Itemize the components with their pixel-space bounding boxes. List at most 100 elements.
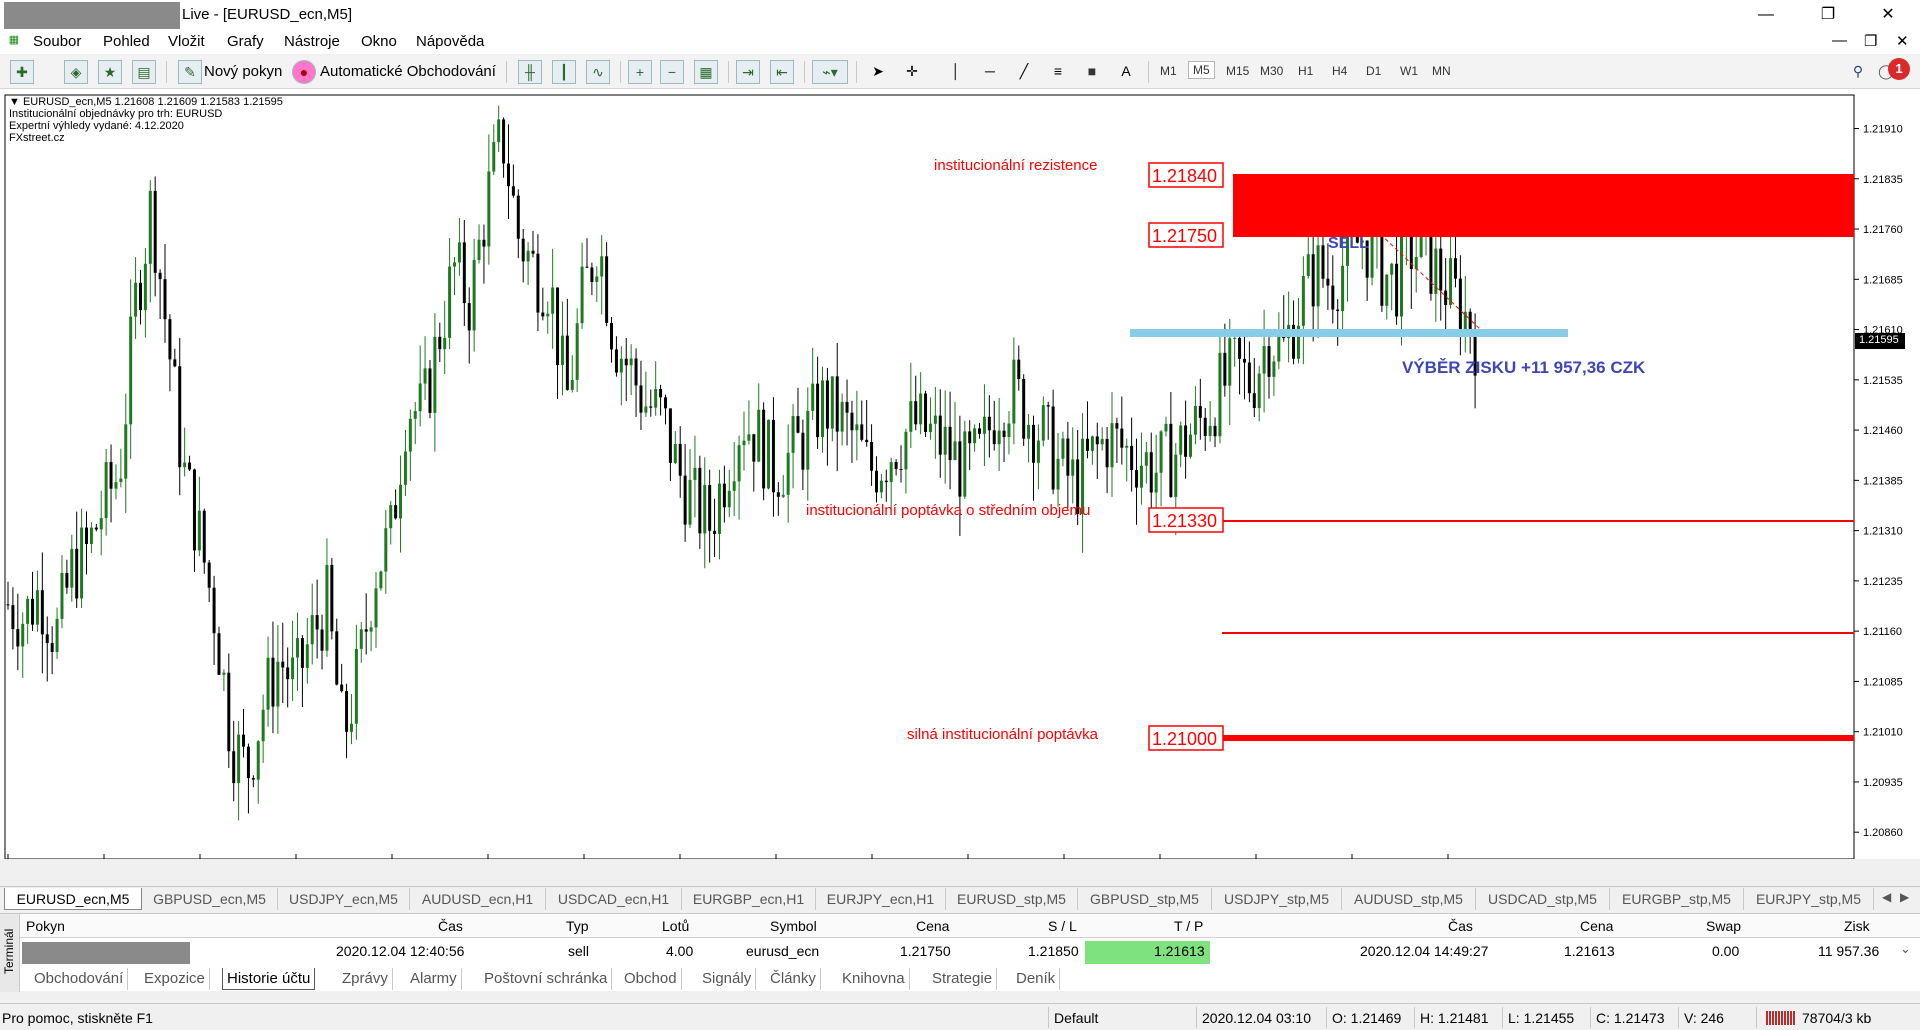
tab-denik[interactable]: Deník: [1012, 968, 1061, 990]
tab-usdcad-ecn-h1[interactable]: USDCAD_ecn,H1: [546, 888, 682, 910]
tab-gbpusd-stp-m5[interactable]: GBPUSD_stp,M5: [1078, 888, 1212, 910]
candle-body: [1169, 423, 1173, 497]
profiles-icon[interactable]: ◈: [64, 60, 88, 84]
tf-m15[interactable]: M15: [1226, 64, 1249, 78]
new-order-icon[interactable]: ✎: [178, 60, 202, 84]
candlestick-icon[interactable]: ┃: [552, 60, 576, 84]
tab-audusd-stp-m5[interactable]: AUDUSD_stp,M5: [1342, 888, 1476, 910]
tab-audusd-ecn-h1[interactable]: AUDUSD_ecn,H1: [410, 888, 546, 910]
zoom-in-icon[interactable]: +: [628, 60, 652, 84]
status-close: C: 1.21473: [1596, 1010, 1665, 1026]
tf-mn[interactable]: MN: [1432, 64, 1451, 78]
col-pokyn[interactable]: Pokyn: [26, 918, 65, 934]
col-cas-open[interactable]: Čas: [438, 918, 463, 934]
navigator-icon[interactable]: ▤: [132, 60, 156, 84]
tab-usdjpy-stp-m5[interactable]: USDJPY_stp,M5: [1212, 888, 1342, 910]
tab-obchod[interactable]: Obchod: [620, 968, 682, 990]
tab-usdjpy-ecn-m5[interactable]: USDJPY_ecn,M5: [278, 888, 410, 910]
col-sl[interactable]: S / L: [1048, 918, 1077, 934]
favorites-icon[interactable]: ★: [98, 60, 122, 84]
col-cena-close[interactable]: Cena: [1580, 918, 1613, 934]
menu-pohled[interactable]: Pohled: [103, 33, 150, 50]
col-symbol[interactable]: Symbol: [770, 918, 817, 934]
menu-grafy[interactable]: Grafy: [227, 33, 264, 50]
minimize-button[interactable]: —: [1746, 3, 1786, 27]
chart-window[interactable]: 1.21910 1.21835 1.21760 1.21685 1.21610 1.215…: [0, 89, 1920, 859]
notification-badge[interactable]: 1: [1888, 58, 1910, 80]
tab-strategie[interactable]: Strategie: [928, 968, 998, 990]
tab-eurgbp-stp-m5[interactable]: EURGBP_stp,M5: [1610, 888, 1744, 910]
crosshair-icon[interactable]: ✛: [900, 60, 924, 84]
col-zisk[interactable]: Zisk: [1844, 918, 1870, 934]
tab-gbpusd-ecn-m5[interactable]: GBPUSD_ecn,M5: [142, 888, 278, 910]
search-icon[interactable]: ⚲: [1846, 60, 1870, 84]
chart-shift-icon[interactable]: ⇤: [770, 60, 794, 84]
tabs-scroll-right-icon[interactable]: ▶: [1900, 890, 1909, 904]
tab-zpravy[interactable]: Zprávy: [338, 968, 393, 990]
menu-soubor[interactable]: Soubor: [33, 33, 81, 50]
tf-m1[interactable]: M1: [1160, 64, 1177, 78]
trendline-icon[interactable]: ╱: [1012, 60, 1036, 84]
price-chart[interactable]: 1.219101.218351.217601.216851.216101.215…: [0, 89, 1920, 859]
tab-historie-uctu[interactable]: Historie účtu: [222, 968, 316, 990]
tab-signaly[interactable]: Signály: [698, 968, 757, 990]
menu-vlozit[interactable]: Vložit: [168, 33, 205, 50]
chart-close-button[interactable]: ✕: [1896, 32, 1909, 50]
tile-windows-icon[interactable]: ▦: [694, 60, 718, 84]
col-cena-open[interactable]: Cena: [916, 918, 949, 934]
col-tp[interactable]: T / P: [1174, 918, 1203, 934]
auto-trading-button[interactable]: Automatické Obchodování: [320, 63, 496, 80]
new-order-button[interactable]: Nový pokyn: [204, 63, 282, 80]
menu-okno[interactable]: Okno: [361, 33, 397, 50]
y-tick-label: 1.20860: [1863, 827, 1903, 839]
tab-usdcad-stp-m5[interactable]: USDCAD_stp,M5: [1476, 888, 1610, 910]
autoscroll-icon[interactable]: ⇥: [736, 60, 760, 84]
tab-eurusd-ecn-m5[interactable]: EURUSD_ecn,M5: [4, 888, 142, 910]
candle-body: [992, 430, 996, 445]
chart-restore-button[interactable]: ❐: [1864, 32, 1877, 50]
vertical-line-icon[interactable]: │: [944, 60, 968, 84]
bar-chart-icon[interactable]: ╫: [518, 60, 542, 84]
text-tool-icon[interactable]: A: [1114, 60, 1138, 84]
tf-d1[interactable]: D1: [1366, 64, 1381, 78]
status-profile[interactable]: Default: [1054, 1010, 1098, 1026]
new-chart-icon[interactable]: ✚: [10, 60, 34, 84]
tf-m30[interactable]: M30: [1260, 64, 1283, 78]
zoom-out-icon[interactable]: −: [660, 60, 684, 84]
tab-expozice[interactable]: Expozice: [140, 968, 210, 990]
tab-alarmy[interactable]: Alarmy: [406, 968, 462, 990]
menu-napoveda[interactable]: Nápověda: [416, 33, 484, 50]
row-expand-icon[interactable]: ⌄: [1900, 941, 1911, 957]
indicators-icon[interactable]: ⌁▾: [812, 60, 848, 84]
tab-eurjpy-stp-m5[interactable]: EURJPY_stp,M5: [1744, 888, 1874, 910]
candle-body: [1193, 406, 1197, 435]
tf-m5[interactable]: M5: [1188, 61, 1215, 79]
auto-trading-icon[interactable]: ●: [292, 60, 316, 84]
tab-obchodovani[interactable]: Obchodování: [30, 968, 129, 990]
tf-h4[interactable]: H4: [1332, 64, 1347, 78]
col-cas-close[interactable]: Čas: [1448, 918, 1473, 934]
candle-body: [70, 548, 74, 588]
tf-w1[interactable]: W1: [1400, 64, 1418, 78]
col-lotu[interactable]: Lotů: [662, 918, 689, 934]
fibonacci-icon[interactable]: ≡: [1046, 60, 1070, 84]
tab-knihovna[interactable]: Knihovna: [838, 968, 910, 990]
candle-body: [1326, 278, 1330, 286]
menu-nastroje[interactable]: Nástroje: [284, 33, 340, 50]
close-button[interactable]: ✕: [1868, 3, 1908, 27]
tab-eurusd-stp-m5[interactable]: EURUSD_stp,M5: [946, 888, 1078, 910]
rectangle-icon[interactable]: ■: [1080, 60, 1104, 84]
line-chart-icon[interactable]: ∿: [586, 60, 610, 84]
col-typ[interactable]: Typ: [566, 918, 589, 934]
chart-minimize-button[interactable]: —: [1832, 32, 1847, 49]
cursor-icon[interactable]: ➤: [866, 60, 890, 84]
tab-postovni-schranka[interactable]: Poštovní schránka: [480, 968, 613, 990]
tabs-scroll-left-icon[interactable]: ◀: [1882, 890, 1891, 904]
horizontal-line-icon[interactable]: ─: [978, 60, 1002, 84]
tf-h1[interactable]: H1: [1298, 64, 1313, 78]
tab-clanky[interactable]: Články: [766, 968, 821, 990]
tab-eurgbp-ecn-h1[interactable]: EURGBP_ecn,H1: [682, 888, 816, 910]
col-swap[interactable]: Swap: [1706, 918, 1741, 934]
maximize-button[interactable]: ❐: [1808, 3, 1848, 27]
tab-eurjpy-ecn-h1[interactable]: EURJPY_ecn,H1: [816, 888, 946, 910]
